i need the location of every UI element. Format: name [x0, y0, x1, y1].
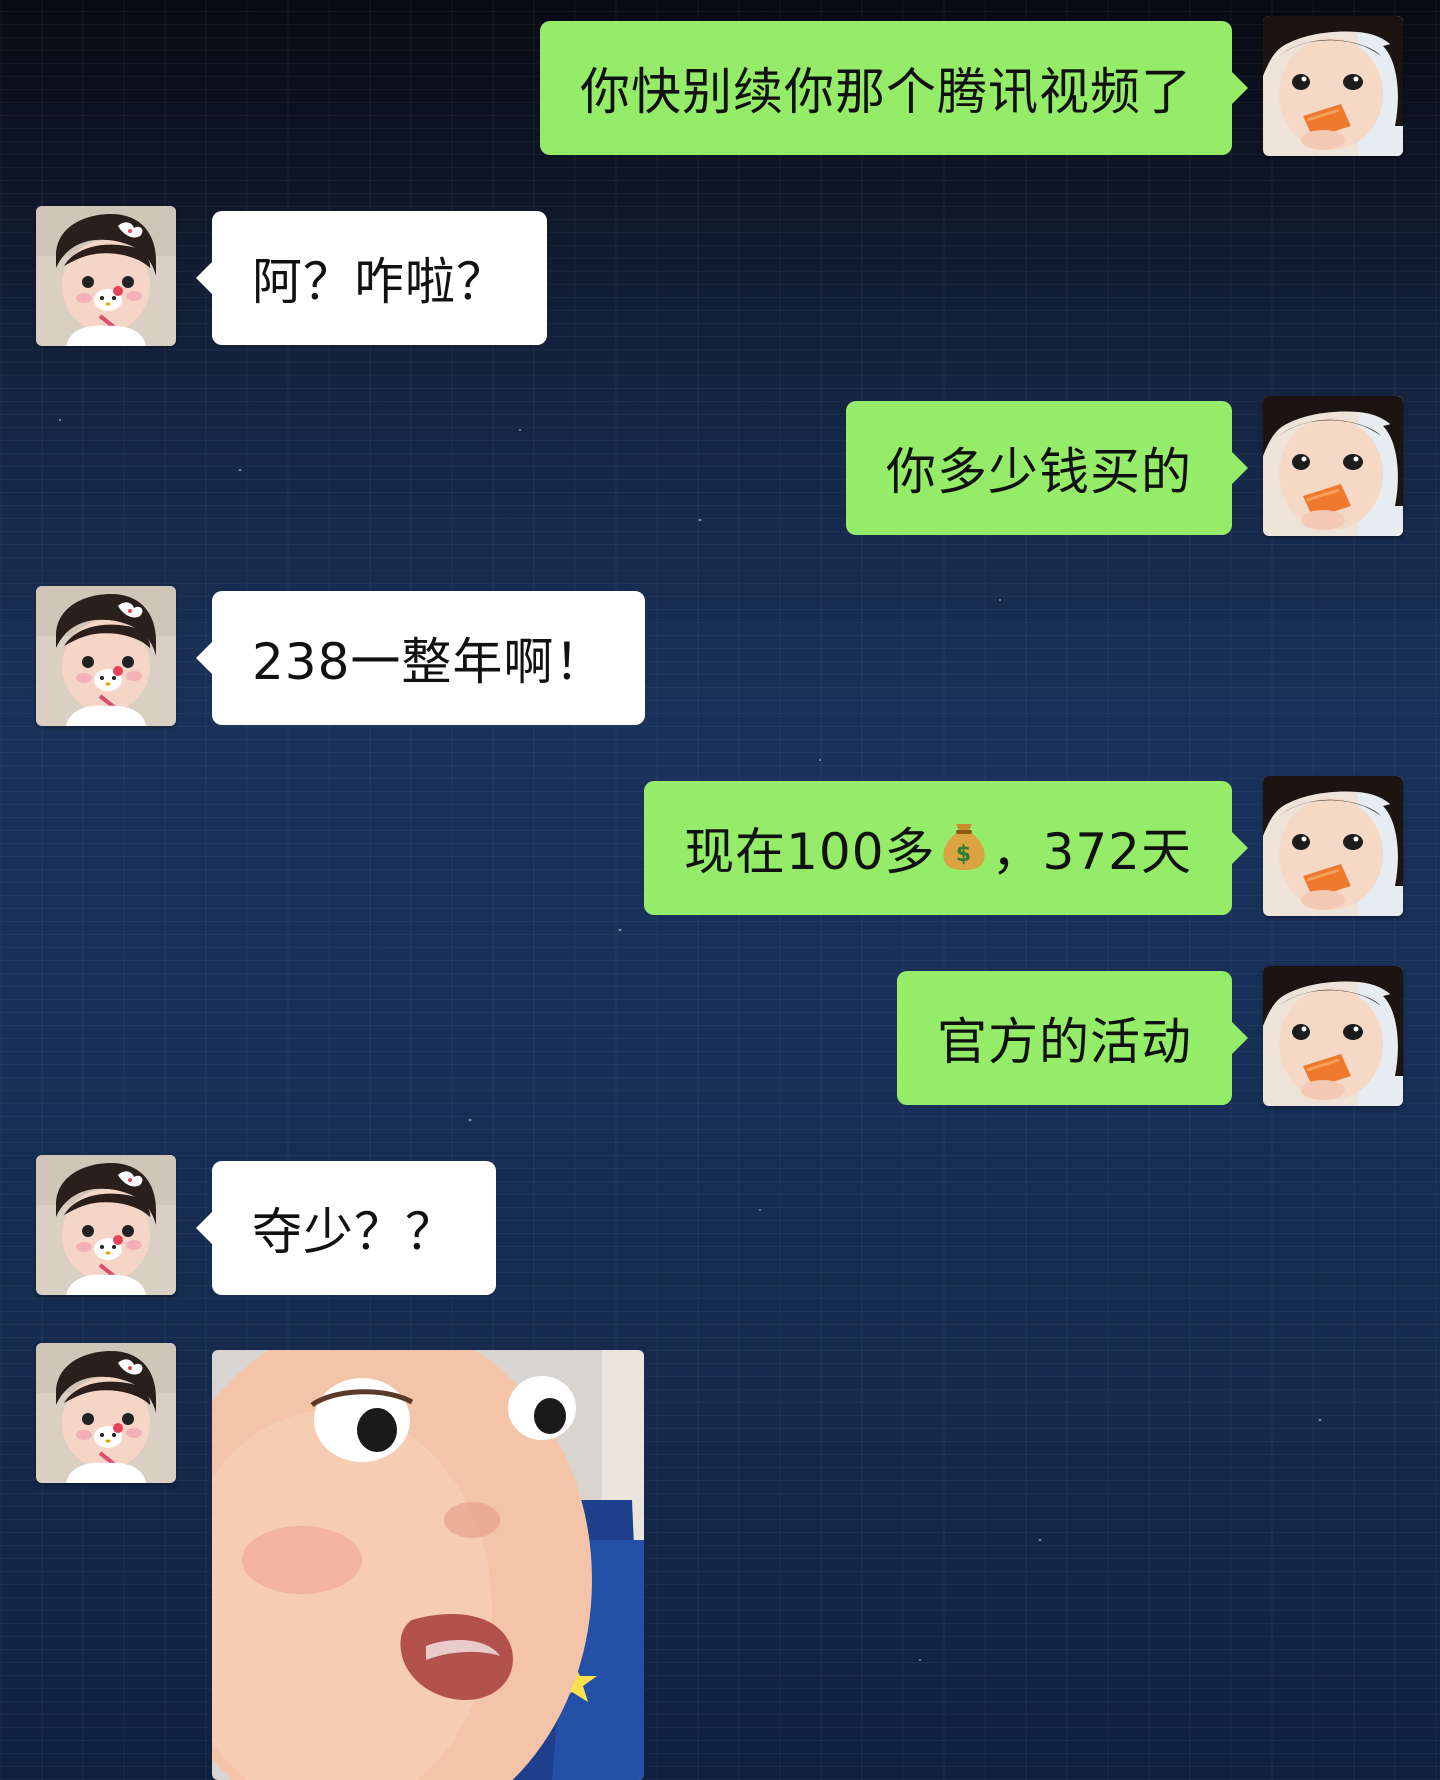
self-avatar[interactable]	[1263, 776, 1403, 916]
message-text: 夺少？？	[252, 1203, 456, 1261]
contact-avatar[interactable]	[36, 206, 176, 346]
self-avatar[interactable]	[1263, 16, 1403, 156]
message-bubble-sent[interactable]: 现在100多 $ ，372天	[644, 781, 1232, 915]
contact-avatar[interactable]	[36, 586, 176, 726]
message-text: ，372天	[991, 823, 1192, 881]
message-bubble-sent[interactable]: 你多少钱买的	[846, 401, 1232, 535]
message-text: 阿？咋啦？	[252, 253, 507, 311]
self-avatar[interactable]	[1263, 966, 1403, 1106]
message-text: 现在100多	[684, 823, 936, 881]
message-bubble-received[interactable]: 238一整年啊！	[212, 591, 646, 725]
message-bubble-received[interactable]: 夺少？？	[212, 1161, 496, 1295]
message-text: 官方的活动	[937, 1013, 1192, 1071]
surprised-baby-sticker[interactable]	[212, 1350, 644, 1780]
contact-avatar[interactable]	[36, 1343, 176, 1483]
money-bag-icon: $	[942, 820, 986, 877]
message-bubble-sent[interactable]: 你快别续你那个腾讯视频了	[540, 21, 1232, 155]
svg-text:$: $	[955, 842, 971, 867]
contact-avatar[interactable]	[36, 1155, 176, 1295]
message-bubble-sent[interactable]: 官方的活动	[897, 971, 1232, 1105]
message-text: 你快别续你那个腾讯视频了	[580, 63, 1192, 121]
message-bubble-received[interactable]: 阿？咋啦？	[212, 211, 547, 345]
message-text: 你多少钱买的	[886, 443, 1192, 501]
self-avatar[interactable]	[1263, 396, 1403, 536]
message-text: 238一整年啊！	[252, 633, 606, 691]
